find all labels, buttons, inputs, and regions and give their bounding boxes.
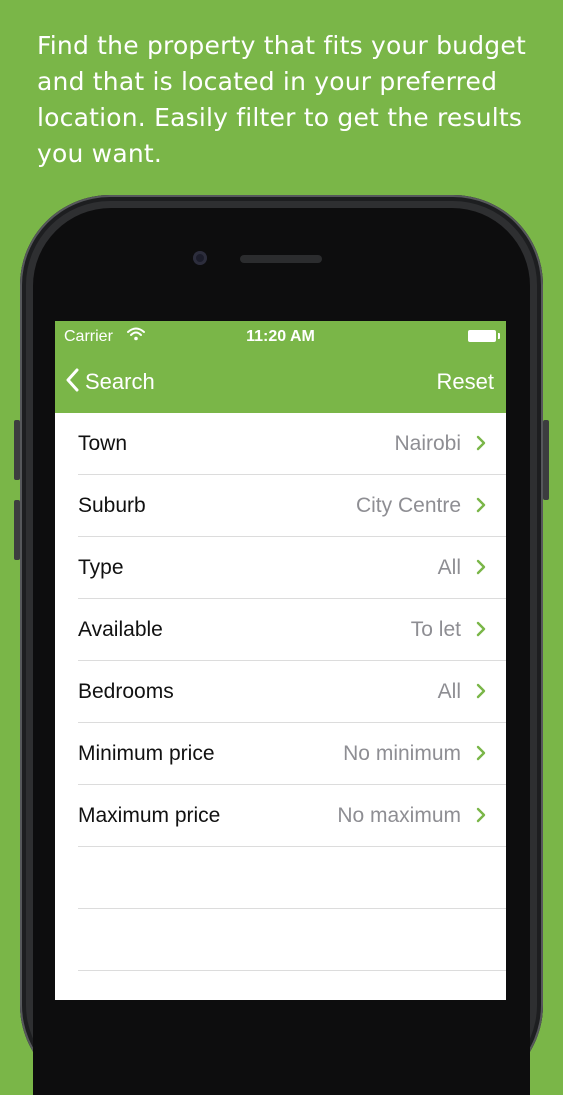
filter-row-minimum-price[interactable]: Minimum price No minimum [78,723,506,785]
filter-row-bedrooms[interactable]: Bedrooms All [78,661,506,723]
earpiece-speaker [240,255,322,263]
chevron-right-icon [476,621,486,642]
phone-side-button [543,420,549,500]
navigation-bar: Search Reset [55,353,506,413]
filter-row-town[interactable]: Town Nairobi [78,413,506,475]
filter-label: Maximum price [78,804,221,827]
filter-label: Bedrooms [78,680,174,703]
battery-icon [468,330,500,342]
promo-caption: Find the property that fits your budget … [37,31,526,168]
filter-label: Suburb [78,494,146,517]
filter-label: Minimum price [78,742,215,765]
phone-side-button [14,500,20,560]
filter-list: Town Nairobi Suburb City Centre Type All… [55,413,506,971]
back-button-label: Search [85,369,155,394]
back-button[interactable]: Search [65,365,155,399]
filter-row-maximum-price[interactable]: Maximum price No maximum [78,785,506,847]
chevron-right-icon [476,559,486,580]
filter-value: Nairobi [394,432,461,455]
status-bar: Carrier 11:20 AM [55,321,506,353]
phone-side-button [14,420,20,480]
filter-row-available[interactable]: Available To let [78,599,506,661]
front-camera [193,251,207,265]
filter-value: To let [410,618,461,641]
filter-row-suburb[interactable]: Suburb City Centre [78,475,506,537]
empty-table-row [78,847,506,909]
chevron-right-icon [476,807,486,828]
chevron-right-icon [476,497,486,518]
filter-label: Town [78,432,128,455]
filter-value: No maximum [337,804,461,827]
filter-value: All [437,556,461,579]
filter-value: City Centre [355,494,461,517]
filter-label: Available [78,618,163,641]
filter-label: Type [78,556,124,579]
empty-table-row [78,909,506,971]
app-screen: Carrier 11:20 AM Search Reset Town Nairo… [55,321,506,1000]
chevron-right-icon [476,745,486,766]
status-time: 11:20 AM [246,328,315,345]
filter-row-type[interactable]: Type All [78,537,506,599]
filter-value: All [437,680,461,703]
chevron-right-icon [476,683,486,704]
chevron-right-icon [476,435,486,456]
filter-value: No minimum [343,742,461,765]
chevron-left-icon [65,368,79,397]
reset-button[interactable]: Reset [437,365,494,399]
